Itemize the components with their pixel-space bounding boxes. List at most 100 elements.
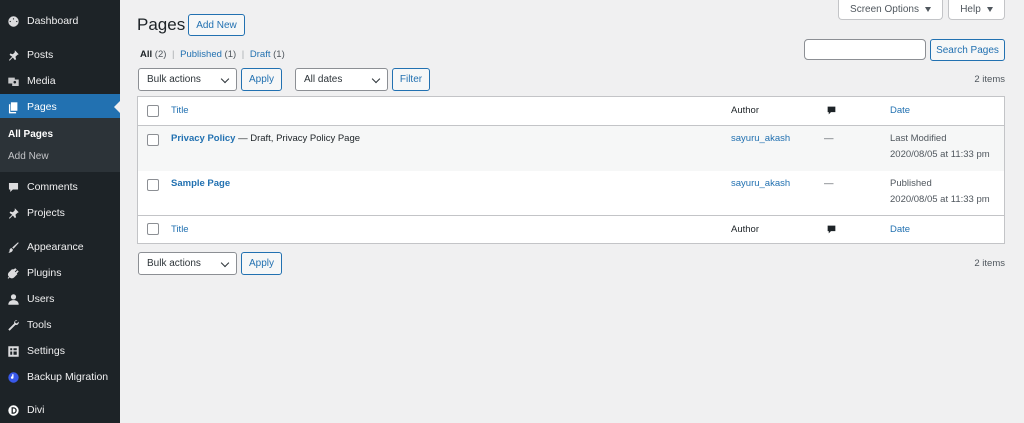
row-title-link[interactable]: Privacy Policy <box>171 133 235 144</box>
bulk-actions-select-bottom[interactable]: Bulk actions <box>138 252 237 275</box>
pages-table: Title Author Date Privacy Policy — Draft… <box>137 96 1005 244</box>
chevron-down-icon <box>220 74 230 84</box>
menu-label: Pages <box>27 101 57 113</box>
view-separator: | <box>172 49 175 60</box>
menu-label: Media <box>27 75 56 87</box>
view-draft-count: (1) <box>273 49 285 60</box>
view-published[interactable]: Published <box>180 49 222 60</box>
row-date-status: Published <box>890 178 932 189</box>
page-title: Pages <box>137 15 186 34</box>
search-pages-button[interactable]: Search Pages <box>930 39 1005 61</box>
brush-icon <box>6 240 20 254</box>
select-all-checkbox[interactable] <box>147 223 159 235</box>
menu-label: Comments <box>27 181 78 193</box>
users-icon <box>6 292 20 306</box>
menu-label: Appearance <box>27 241 84 253</box>
backup-migration-icon <box>6 370 20 384</box>
column-author: Author <box>731 105 759 116</box>
row-comments: — <box>824 133 834 144</box>
dates-select[interactable]: All dates <box>295 68 388 91</box>
view-filters: All (2) | Published (1) | Draft (1) <box>140 49 285 60</box>
row-author-link[interactable]: sayuru_akash <box>731 133 790 144</box>
menu-backup-migration[interactable]: Backup Migration <box>0 364 120 390</box>
menu-label: Dashboard <box>27 15 79 27</box>
menu-label: Plugins <box>27 267 62 279</box>
submenu-all-pages[interactable]: All Pages <box>8 129 53 140</box>
screen-options-button[interactable]: Screen Options <box>838 0 943 20</box>
column-date[interactable]: Date <box>890 224 910 235</box>
caret-down-icon <box>924 7 931 12</box>
menu-users[interactable]: Users <box>0 286 120 312</box>
help-button[interactable]: Help <box>948 0 1005 20</box>
bulk-actions-select-top[interactable]: Bulk actions <box>138 68 237 91</box>
comment-bubble-icon <box>826 105 837 119</box>
filter-button[interactable]: Filter <box>392 68 430 91</box>
menu-pages[interactable]: Pages <box>0 94 120 120</box>
column-title[interactable]: Title <box>171 105 189 116</box>
screen-options-label: Screen Options <box>850 4 919 15</box>
menu-label: Users <box>27 293 55 305</box>
divi-icon <box>6 403 20 417</box>
menu-settings[interactable]: Settings <box>0 338 120 364</box>
menu-label: Settings <box>27 345 65 357</box>
table-row: Privacy Policy — Draft, Privacy Policy P… <box>138 126 1004 171</box>
row-checkbox[interactable] <box>147 179 159 191</box>
menu-label: Posts <box>27 49 54 61</box>
menu-dashboard[interactable]: Dashboard <box>0 8 120 34</box>
apply-button-top[interactable]: Apply <box>241 68 282 91</box>
row-title-link[interactable]: Sample Page <box>171 178 230 189</box>
row-date: 2020/08/05 at 11:33 pm <box>890 149 990 160</box>
caret-down-icon <box>986 7 993 12</box>
chevron-down-icon <box>371 74 381 84</box>
search-input[interactable] <box>804 39 926 60</box>
column-author: Author <box>731 224 759 235</box>
menu-divi[interactable]: Divi <box>0 397 120 423</box>
submenu-add-new[interactable]: Add New <box>8 151 49 162</box>
row-author-link[interactable]: sayuru_akash <box>731 178 790 189</box>
chevron-down-icon <box>220 258 230 268</box>
admin-sidebar: Dashboard Posts Media Pages All Pages Ad… <box>0 0 120 423</box>
column-title[interactable]: Title <box>171 224 189 235</box>
menu-projects[interactable]: Projects <box>0 200 120 226</box>
comments-icon <box>6 180 20 194</box>
view-draft[interactable]: Draft <box>250 49 271 60</box>
column-date[interactable]: Date <box>890 105 910 116</box>
plugin-icon <box>6 266 20 280</box>
menu-label: Backup Migration <box>27 371 109 383</box>
items-count-top: 2 items <box>974 74 1005 85</box>
view-separator: | <box>241 49 245 60</box>
menu-posts[interactable]: Posts <box>0 42 120 68</box>
apply-button-bottom[interactable]: Apply <box>241 252 282 275</box>
bulk-actions-value: Bulk actions <box>147 74 201 85</box>
menu-comments[interactable]: Comments <box>0 174 120 200</box>
pages-icon <box>6 100 20 114</box>
comment-bubble-icon <box>826 224 837 238</box>
pin-icon <box>6 206 20 220</box>
table-footer: Title Author Date <box>138 216 1004 243</box>
row-date: 2020/08/05 at 11:33 pm <box>890 194 990 205</box>
table-header: Title Author Date <box>138 97 1004 125</box>
dashboard-icon <box>6 14 20 28</box>
pin-icon <box>6 48 20 62</box>
row-date-status: Last Modified <box>890 133 947 144</box>
add-new-button[interactable]: Add New <box>188 14 245 36</box>
view-published-count: (1) <box>224 49 237 60</box>
view-all-count: (2) <box>154 49 167 60</box>
wrench-icon <box>6 318 20 332</box>
menu-appearance[interactable]: Appearance <box>0 234 120 260</box>
dates-value: All dates <box>304 74 343 85</box>
menu-media[interactable]: Media <box>0 68 120 94</box>
items-count-bottom: 2 items <box>974 258 1005 269</box>
settings-icon <box>6 344 20 358</box>
select-all-checkbox[interactable] <box>147 105 159 117</box>
row-title-cell: Privacy Policy — Draft, Privacy Policy P… <box>171 133 360 144</box>
menu-plugins[interactable]: Plugins <box>0 260 120 286</box>
media-icon <box>6 74 20 88</box>
menu-label: Projects <box>27 207 65 219</box>
view-all[interactable]: All <box>140 49 152 60</box>
row-checkbox[interactable] <box>147 134 159 146</box>
row-post-state: — Draft, Privacy Policy Page <box>235 133 361 144</box>
menu-tools[interactable]: Tools <box>0 312 120 338</box>
menu-label: Tools <box>27 319 52 331</box>
row-comments: — <box>824 178 834 189</box>
